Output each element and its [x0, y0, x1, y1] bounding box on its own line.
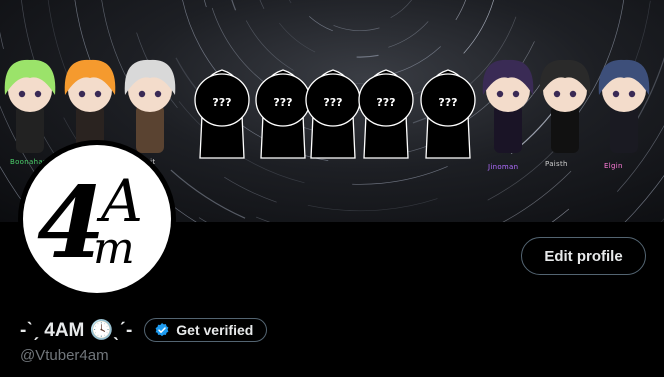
hidden-character-label: ??? — [376, 96, 395, 109]
hidden-character-silhouette: ??? — [305, 69, 361, 159]
hidden-character-silhouette: ??? — [358, 69, 414, 159]
get-verified-button[interactable]: Get verified — [144, 318, 268, 342]
character-sprite — [124, 59, 176, 153]
edit-profile-button[interactable]: Edit profile — [521, 237, 646, 275]
character-sprite — [4, 59, 56, 153]
hidden-character-silhouette: ??? — [194, 69, 250, 159]
character-sprite — [598, 59, 650, 153]
character-name-label: Jinoman — [488, 163, 519, 171]
svg-text:m: m — [93, 223, 135, 274]
user-handle: @Vtuber4am — [20, 347, 109, 364]
get-verified-label: Get verified — [176, 322, 254, 338]
hidden-character-silhouette: ??? — [255, 69, 311, 159]
avatar-4am-logo: 4 A m — [37, 166, 143, 281]
profile-avatar[interactable]: 4 A m — [18, 140, 176, 298]
hidden-character-label: ??? — [438, 96, 457, 109]
display-name: -ˋˏ 4AM 🕓ˎˊ- — [20, 320, 133, 341]
display-name-row: -ˋˏ 4AM 🕓ˎˊ- Get verified — [20, 316, 268, 344]
character-name-label: Paisth — [545, 160, 568, 168]
hidden-character-label: ??? — [323, 96, 342, 109]
hidden-character-label: ??? — [273, 96, 292, 109]
character-name-label: Elgin — [604, 162, 623, 170]
hidden-character-silhouette: ??? — [420, 69, 476, 159]
hidden-character-label: ??? — [212, 96, 231, 109]
verified-badge-icon — [154, 322, 170, 338]
character-sprite — [64, 59, 116, 153]
character-sprite — [482, 59, 534, 153]
